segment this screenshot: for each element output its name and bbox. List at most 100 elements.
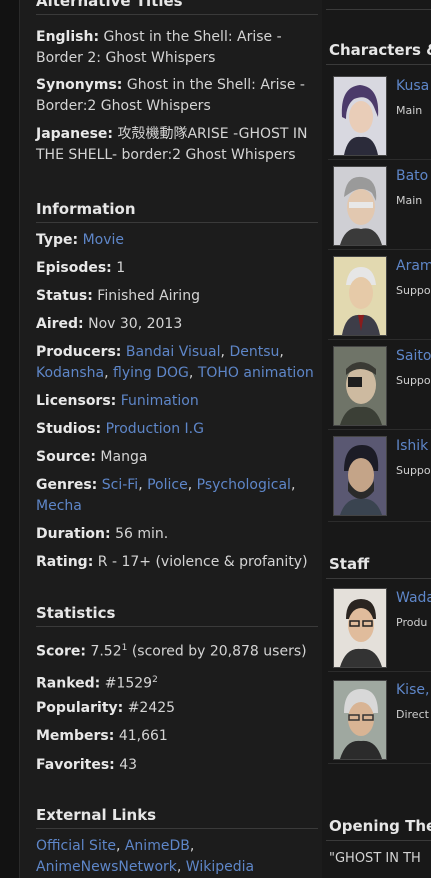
genre-link[interactable]: Police [147, 477, 188, 493]
character-thumbnail[interactable] [333, 436, 387, 516]
external-links-list: Official Site, AnimeDB, AnimeNewsNetwork… [36, 838, 255, 875]
type-link[interactable]: Movie [83, 232, 124, 248]
characters-heading: Characters & [329, 41, 431, 59]
staff-name-link[interactable]: Wada [396, 590, 431, 606]
character-role: Main [396, 104, 423, 117]
staff-divider [326, 578, 431, 579]
staff-card: Wada Produ [328, 582, 431, 672]
episodes-value: 1 [116, 260, 126, 276]
character-thumbnail[interactable] [333, 166, 387, 246]
rating-value: R - 17+ (violence & profanity) [97, 554, 308, 570]
alt-title-english: English: Ghost in the Shell: Arise - Bor… [36, 27, 318, 69]
info-studios: Studios: Production I.G [36, 419, 318, 440]
score-value: 7.52 [90, 643, 122, 660]
alt-titles-heading: Alternative Titles [36, 0, 318, 15]
info-rating: Rating: R - 17+ (violence & profanity) [36, 552, 318, 573]
producer-link[interactable]: TOHO animation [198, 365, 314, 381]
favorites-value: 43 [119, 757, 138, 773]
ranked-label: Ranked: [36, 675, 101, 692]
source-value: Manga [100, 449, 148, 465]
producer-link[interactable]: Kodansha [36, 365, 104, 381]
external-link[interactable]: Wikipedia [186, 859, 254, 875]
character-role: Suppo [396, 374, 431, 387]
characters-divider [326, 64, 431, 65]
stat-members: Members: 41,661 [36, 726, 318, 747]
producer-link[interactable]: flying DOG [113, 365, 189, 381]
rating-label: Rating: [36, 554, 94, 570]
character-role: Main [396, 194, 423, 207]
external-link[interactable]: AnimeNewsNetwork [36, 859, 177, 875]
character-name-link[interactable]: Bato [396, 168, 428, 184]
info-episodes: Episodes: 1 [36, 258, 318, 279]
external-link[interactable]: Official Site [36, 838, 116, 854]
ranked-footnote[interactable]: 2 [152, 675, 158, 685]
status-label: Status: [36, 288, 93, 304]
info-status: Status: Finished Airing [36, 286, 318, 307]
character-card: Aram Suppo [328, 250, 431, 340]
alt-title-synonyms: Synonyms: Ghost in the Shell: Arise - Bo… [36, 75, 318, 117]
favorites-label: Favorites: [36, 757, 115, 773]
staff-photo[interactable] [333, 680, 387, 760]
japanese-label: Japanese: [36, 126, 114, 142]
staff-photo[interactable] [333, 588, 387, 668]
stat-ranked: Ranked: #15292 [36, 670, 318, 695]
genre-link[interactable]: Psychological [197, 477, 291, 493]
character-name-link[interactable]: Ishik [396, 438, 428, 454]
character-name-link[interactable]: Aram [396, 258, 431, 274]
top-divider [326, 9, 431, 10]
genre-link[interactable]: Sci-Fi [102, 477, 138, 493]
members-value: 41,661 [118, 728, 168, 744]
character-card: Kusa Main [328, 70, 431, 160]
aired-value: Nov 30, 2013 [88, 316, 183, 332]
info-genres: Genres: Sci-Fi, Police, Psychological, M… [36, 477, 296, 514]
info-duration: Duration: 56 min. [36, 524, 318, 545]
score-note: (scored by 20,878 users) [131, 643, 307, 660]
statistics-heading: Statistics [36, 604, 318, 627]
score-footnote[interactable]: 1 [122, 643, 128, 653]
studio-link[interactable]: Production I.G [106, 421, 204, 437]
alt-title-japanese: Japanese: 攻殻機動隊ARISE -GHOST IN THE SHELL… [36, 124, 318, 166]
character-card: Ishik Suppo [328, 430, 431, 522]
duration-label: Duration: [36, 526, 111, 542]
info-aired: Aired: Nov 30, 2013 [36, 314, 318, 335]
licensor-link[interactable]: Funimation [121, 393, 199, 409]
synonyms-label: Synonyms: [36, 77, 123, 93]
staff-name-link[interactable]: Kise, [396, 682, 429, 698]
producers-label: Producers: [36, 344, 122, 360]
character-name-link[interactable]: Saito [396, 348, 431, 364]
opening-theme-text: "GHOST IN TH [329, 851, 421, 866]
character-role: Suppo [396, 284, 431, 297]
info-licensors: Licensors: Funimation [36, 391, 318, 412]
staff-heading: Staff [329, 555, 370, 573]
score-label: Score: [36, 643, 86, 660]
ranked-value: #1529 [104, 675, 153, 692]
info-producers: Producers: Bandai Visual, Dentsu, Kodans… [36, 344, 314, 381]
producer-link[interactable]: Bandai Visual [126, 344, 221, 360]
character-role: Suppo [396, 464, 431, 477]
members-label: Members: [36, 728, 115, 744]
aired-label: Aired: [36, 316, 84, 332]
information-heading: Information [36, 200, 318, 223]
character-name-link[interactable]: Kusa [396, 78, 429, 94]
character-card: Bato Main [328, 160, 431, 250]
popularity-value: #2425 [127, 700, 176, 716]
info-type: Type: Movie [36, 230, 318, 251]
genre-link[interactable]: Mecha [36, 498, 82, 514]
info-source: Source: Manga [36, 447, 318, 468]
source-label: Source: [36, 449, 96, 465]
producer-link[interactable]: Dentsu [229, 344, 279, 360]
external-link[interactable]: AnimeDB [125, 838, 190, 854]
studios-label: Studios: [36, 421, 102, 437]
type-label: Type: [36, 232, 79, 248]
stat-score: Score: 7.521 (scored by 20,878 users) [36, 638, 318, 663]
duration-value: 56 min. [115, 526, 169, 542]
english-label: English: [36, 29, 100, 45]
staff-role: Direct [396, 708, 429, 721]
opening-theme-divider [326, 840, 431, 841]
character-thumbnail[interactable] [333, 256, 387, 336]
status-value: Finished Airing [97, 288, 200, 304]
genres-label: Genres: [36, 477, 98, 493]
character-thumbnail[interactable] [333, 346, 387, 426]
opening-theme-heading: Opening The [329, 817, 431, 835]
character-thumbnail[interactable] [333, 76, 387, 156]
